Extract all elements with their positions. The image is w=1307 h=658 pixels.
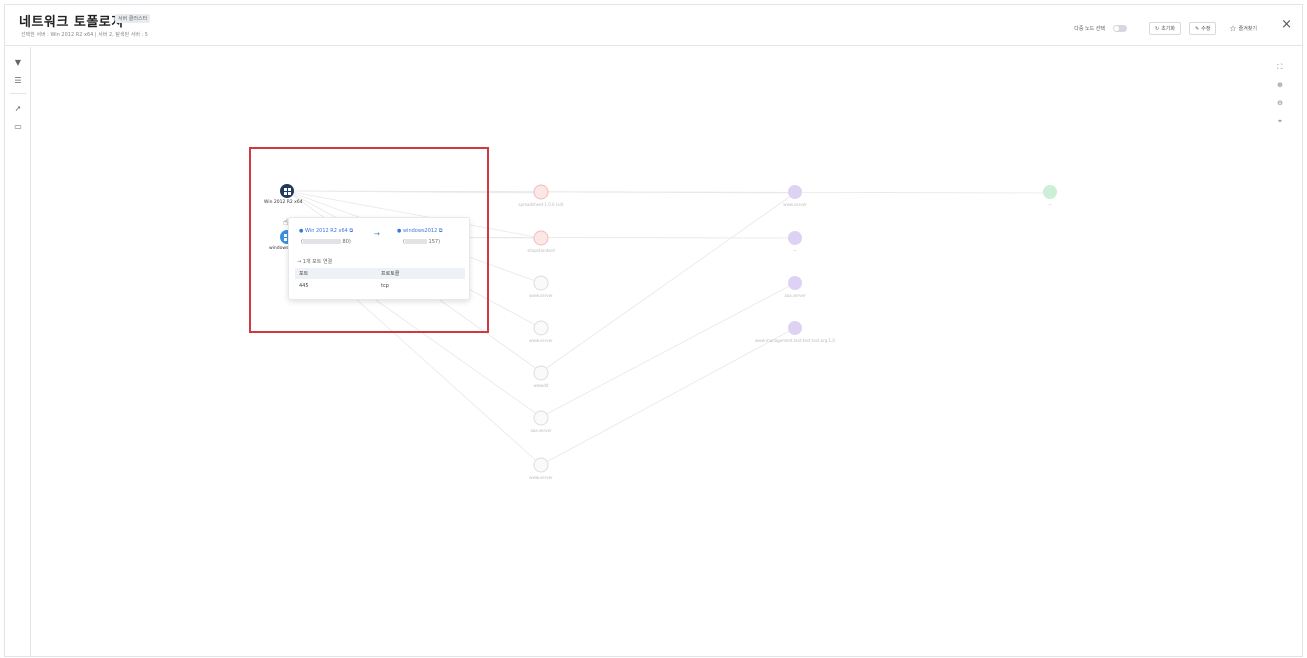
target-server-link[interactable]: ● windows2012 ⧉ bbox=[397, 228, 442, 234]
star-icon: ☆ bbox=[1229, 24, 1237, 33]
node-label: www.server bbox=[529, 293, 553, 298]
hand-cursor-icon: ☝ bbox=[283, 218, 289, 228]
topology-canvas bbox=[286, 184, 1057, 473]
node-grey-circle bbox=[533, 320, 549, 336]
column-header-port: 포트 bbox=[299, 271, 309, 277]
edit-icon: ✎ bbox=[1195, 25, 1200, 32]
list-icon[interactable]: ☰ bbox=[12, 75, 24, 87]
table-row: 445 tcp bbox=[295, 279, 465, 292]
arrow-icon: → bbox=[297, 259, 302, 265]
center-icon[interactable]: ⌖ bbox=[1274, 115, 1286, 127]
node-grey-circle bbox=[533, 365, 549, 381]
port-table-header: 포트 프로토콜 bbox=[295, 268, 465, 279]
monitor-icon[interactable]: ▭ bbox=[12, 121, 24, 133]
node-red-circle bbox=[533, 230, 549, 246]
redacted-ip bbox=[302, 239, 341, 244]
port-table: 포트 프로토콜 445 tcp bbox=[295, 268, 465, 292]
favorite-label: 즐겨찾기 bbox=[1238, 26, 1257, 32]
protocol-cell: tcp bbox=[381, 282, 389, 289]
node-label: wwwdd bbox=[533, 383, 549, 388]
close-icon[interactable]: × bbox=[1281, 17, 1292, 32]
multi-select-label: 다중 노드 선택 bbox=[1074, 26, 1105, 32]
node-green-circle bbox=[1043, 185, 1057, 199]
topology-window: 네트워크 토폴로지 서버 클러스터 선택한 서버 : Win 2012 R2 x… bbox=[4, 4, 1303, 657]
target-ip-suffix: 157) bbox=[428, 239, 441, 245]
node-label: www.server bbox=[529, 475, 553, 480]
target-dot-icon: ● bbox=[397, 228, 402, 234]
node-label: aaa.server bbox=[530, 428, 552, 433]
target-server-name: windows2012 bbox=[402, 228, 438, 234]
refresh-icon: ↻ bbox=[1155, 25, 1160, 32]
node-label: spreadsheet 1.0.0 (sd) bbox=[518, 202, 564, 207]
pointer-icon[interactable]: ➚ bbox=[12, 103, 24, 115]
node-purple-circle bbox=[788, 276, 802, 290]
node-grey-circle bbox=[533, 410, 549, 426]
node-purple-circle bbox=[788, 185, 802, 199]
external-link-icon: ⧉ bbox=[349, 228, 354, 234]
reset-button[interactable]: ↻ 초기화 bbox=[1149, 22, 1182, 35]
source-dot-icon: ● bbox=[299, 228, 304, 234]
fit-screen-icon[interactable]: ⛶ bbox=[1274, 61, 1286, 73]
edit-label: 수정 bbox=[1201, 26, 1211, 32]
target-ip: ( 157) bbox=[403, 239, 441, 245]
favorite-button[interactable]: ☆ 즐겨찾기 bbox=[1224, 22, 1262, 35]
edge bbox=[540, 327, 796, 466]
edge bbox=[540, 282, 796, 418]
zoom-in-icon[interactable]: ⊕ bbox=[1274, 79, 1286, 91]
source-server-link[interactable]: ● Win 2012 R2 x64 ⧉ bbox=[299, 228, 353, 234]
connection-count: → 1개 포트 연결 bbox=[297, 258, 332, 265]
connection-popup: ● Win 2012 R2 x64 ⧉ ( 80) → ● windows201… bbox=[288, 217, 470, 300]
source-ip-suffix: 80) bbox=[342, 239, 351, 245]
port-cell: 445 bbox=[299, 282, 309, 289]
node-label: aaa.server bbox=[784, 293, 806, 298]
node-label: www.server bbox=[783, 202, 807, 207]
page-subtitle: 선택한 서버 : Win 2012 R2 x64 | 서버 2, 탐색된 서버 … bbox=[21, 32, 148, 38]
filter-icon[interactable]: ▼ bbox=[12, 57, 24, 69]
node-label: www.management.test.test.test.org.1.0 bbox=[755, 338, 835, 343]
node-purple-circle bbox=[788, 231, 802, 245]
page-title: 네트워크 토폴로지 bbox=[19, 15, 124, 30]
source-ip: ( 80) bbox=[301, 239, 351, 245]
column-header-protocol: 프로토콜 bbox=[381, 271, 400, 277]
connection-count-text: 1개 포트 연결 bbox=[302, 259, 333, 265]
header-actions: 다중 노드 선택 ↻ 초기화 ✎ 수정 ☆ 즐겨찾기 bbox=[1074, 22, 1262, 35]
node-red-circle bbox=[533, 184, 549, 200]
node-grey-circle bbox=[533, 457, 549, 473]
faded-nodes bbox=[533, 184, 1057, 473]
reset-label: 초기화 bbox=[1161, 26, 1176, 32]
node-label: shopstandard bbox=[527, 248, 555, 253]
node-purple-circle bbox=[788, 321, 802, 335]
toolbar-divider bbox=[10, 93, 26, 94]
arrow-right-icon: → bbox=[374, 230, 380, 238]
node-label: www.server bbox=[529, 338, 553, 343]
edit-button[interactable]: ✎ 수정 bbox=[1189, 22, 1217, 35]
left-toolbar: ▼ ☰ ➚ ▭ bbox=[5, 47, 31, 656]
zoom-out-icon[interactable]: ⊖ bbox=[1274, 97, 1286, 109]
multi-select-toggle[interactable] bbox=[1113, 25, 1127, 32]
node-label: — bbox=[1048, 202, 1052, 207]
external-link-icon: ⧉ bbox=[438, 228, 443, 234]
header-bar: 네트워크 토폴로지 서버 클러스터 선택한 서버 : Win 2012 R2 x… bbox=[5, 5, 1302, 46]
source-server-name: Win 2012 R2 x64 bbox=[304, 228, 348, 234]
redacted-ip bbox=[404, 239, 427, 244]
title-badge: 서버 클러스터 bbox=[115, 14, 151, 23]
node-grey-circle bbox=[533, 275, 549, 291]
edge bbox=[540, 192, 796, 373]
node-label: — bbox=[793, 248, 797, 253]
